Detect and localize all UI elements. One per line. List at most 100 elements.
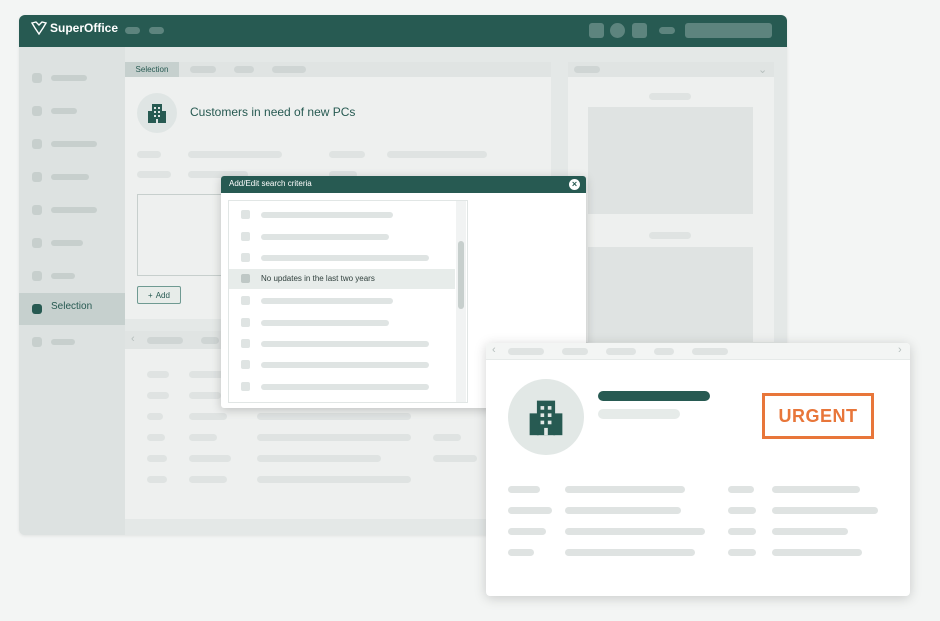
building-icon — [148, 104, 166, 123]
field-label — [728, 528, 756, 535]
card-tab[interactable] — [692, 348, 728, 355]
page-title: Customers in need of new PCs — [190, 105, 356, 119]
criteria-box[interactable] — [137, 194, 231, 276]
field-label — [728, 486, 754, 493]
sidebar-item[interactable] — [19, 194, 125, 224]
field-value — [772, 486, 860, 493]
field-label — [329, 151, 365, 158]
tab-strip: Selection — [125, 62, 551, 77]
results-tab[interactable] — [147, 337, 183, 344]
card-tab[interactable] — [606, 348, 636, 355]
card-tab[interactable] — [654, 348, 674, 355]
list-item[interactable] — [229, 355, 455, 375]
field-label — [137, 151, 161, 158]
preview-header: ⌄ — [568, 62, 774, 77]
table-cell — [147, 476, 167, 483]
table-cell — [189, 413, 227, 420]
table-cell — [189, 455, 231, 462]
table-cell — [257, 413, 411, 420]
results-tab[interactable] — [201, 337, 219, 344]
table-cell — [257, 476, 411, 483]
sidebar-item[interactable] — [19, 62, 125, 92]
preview-image — [588, 247, 753, 342]
list-item-label: No updates in the last two years — [261, 274, 375, 283]
field-value — [565, 486, 685, 493]
company-avatar — [137, 93, 177, 133]
app-name: SuperOffice — [50, 21, 119, 35]
top-bar: SuperOffice — [19, 15, 787, 47]
scrollbar[interactable] — [456, 201, 466, 402]
add-button[interactable]: + Add — [137, 286, 181, 304]
preview-caption — [649, 232, 691, 239]
table-cell — [189, 434, 217, 441]
sidebar-item-label: Selection — [51, 301, 93, 312]
list-item-selected[interactable]: No updates in the last two years — [229, 269, 455, 289]
chevron-right-icon[interactable]: › — [898, 344, 902, 356]
checkbox[interactable] — [241, 274, 250, 283]
table-cell — [433, 434, 461, 441]
field-value — [565, 549, 695, 556]
chevron-left-icon[interactable]: ‹ — [131, 333, 135, 345]
table-cell — [147, 392, 169, 399]
company-card: ‹ › URGENT — [486, 343, 910, 596]
preview-caption — [649, 93, 691, 100]
list-item[interactable] — [229, 313, 455, 333]
list-item[interactable] — [229, 377, 455, 397]
sidebar-item[interactable] — [19, 326, 125, 356]
list-item[interactable] — [229, 248, 455, 268]
table-cell — [189, 392, 221, 399]
tab-selection[interactable]: Selection — [125, 62, 179, 77]
toolbar-icon[interactable] — [610, 23, 625, 38]
preview-panel: ⌄ — [568, 62, 774, 342]
table-cell — [147, 371, 169, 378]
card-tab[interactable] — [562, 348, 588, 355]
field-label — [728, 549, 756, 556]
chevron-left-icon[interactable]: ‹ — [492, 344, 496, 356]
field-label — [508, 528, 546, 535]
sidebar-item[interactable] — [19, 95, 125, 125]
field-value — [387, 151, 487, 158]
building-icon — [529, 400, 563, 436]
preview-tab[interactable] — [574, 66, 600, 73]
sidebar-item[interactable] — [19, 128, 125, 158]
chevron-down-icon[interactable]: ⌄ — [758, 63, 767, 76]
sidebar-item-selection[interactable]: Selection — [19, 293, 125, 325]
top-nav-placeholder[interactable] — [149, 27, 164, 34]
dialog-title: Add/Edit search criteria — [229, 179, 312, 188]
list-item[interactable] — [229, 291, 455, 311]
plus-icon: + — [148, 290, 153, 300]
field-value — [565, 528, 705, 535]
list-item[interactable] — [229, 334, 455, 354]
add-button-label: Add — [155, 290, 170, 300]
tab-placeholder[interactable] — [234, 66, 254, 73]
toolbar-placeholder[interactable] — [659, 27, 675, 34]
list-item[interactable] — [229, 227, 455, 247]
search-box[interactable] — [685, 23, 772, 38]
top-nav-placeholder[interactable] — [125, 27, 140, 34]
tab-placeholder[interactable] — [272, 66, 306, 73]
field-label — [508, 486, 540, 493]
app-logo[interactable]: SuperOffice — [31, 21, 118, 35]
company-subtitle-placeholder — [598, 409, 680, 419]
sidebar-item[interactable] — [19, 227, 125, 257]
toolbar-icon[interactable] — [589, 23, 604, 38]
criteria-list: No updates in the last two years — [228, 200, 468, 403]
sidebar-item[interactable] — [19, 161, 125, 191]
toolbar-icon[interactable] — [632, 23, 647, 38]
table-cell — [189, 476, 227, 483]
close-icon[interactable]: × — [569, 179, 580, 190]
list-item[interactable] — [229, 205, 455, 225]
company-name-placeholder — [598, 391, 710, 401]
field-value — [772, 549, 862, 556]
field-value — [772, 528, 848, 535]
preview-image — [588, 107, 753, 214]
sidebar: Selection — [19, 47, 125, 535]
superoffice-logo-icon — [31, 21, 47, 35]
tab-placeholder[interactable] — [190, 66, 216, 73]
field-label — [508, 507, 552, 514]
card-tab[interactable] — [508, 348, 544, 355]
scrollbar-thumb[interactable] — [458, 241, 464, 309]
sidebar-item[interactable] — [19, 260, 125, 290]
field-label — [137, 171, 171, 178]
table-cell — [257, 434, 411, 441]
